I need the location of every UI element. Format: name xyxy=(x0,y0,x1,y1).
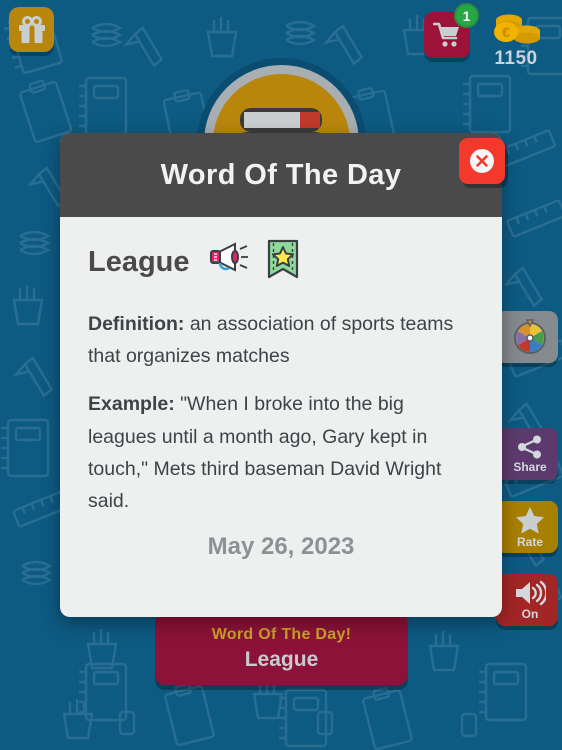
example-label: Example: xyxy=(88,393,175,416)
rate-label: Rate xyxy=(516,534,543,549)
pronounce-button[interactable] xyxy=(206,240,250,285)
modal-date: May 26, 2023 xyxy=(207,533,355,561)
bookmark-button[interactable] xyxy=(266,239,300,286)
cart-badge: 1 xyxy=(454,3,479,28)
word-row: League xyxy=(88,239,474,286)
shopping-cart-icon xyxy=(433,22,459,47)
speaker-on-icon xyxy=(516,580,546,605)
spin-wheel-button[interactable] xyxy=(496,311,558,363)
star-icon xyxy=(516,506,544,533)
share-button[interactable]: Share xyxy=(496,428,558,480)
word-of-the-day-banner[interactable]: Word Of The Day! League xyxy=(155,613,408,685)
gift-button[interactable] xyxy=(9,7,54,52)
share-label: Share xyxy=(513,459,547,474)
banner-title: Word Of The Day! xyxy=(211,626,352,643)
sound-toggle-button[interactable]: On xyxy=(496,574,558,626)
share-icon xyxy=(518,435,541,458)
modal-title: Word Of The Day xyxy=(160,158,402,191)
megaphone-icon xyxy=(209,242,248,272)
example-block: Example: "When I broke into the big leag… xyxy=(88,388,474,517)
gift-icon xyxy=(18,15,45,43)
close-x-icon xyxy=(470,149,494,173)
definition-label: Definition: xyxy=(88,313,185,335)
rate-button[interactable]: Rate xyxy=(496,501,558,553)
coins-group[interactable]: € 1150 xyxy=(481,12,551,70)
sound-label: On xyxy=(521,606,539,621)
svg-text:€: € xyxy=(502,24,510,40)
spin-wheel-icon xyxy=(514,318,546,354)
definition-block: Definition: an association of sports tea… xyxy=(88,308,474,372)
cart-button[interactable]: 1 xyxy=(424,3,479,58)
modal-header: Word Of The Day xyxy=(60,133,505,217)
close-button[interactable] xyxy=(459,138,505,184)
coins-amount: 1150 xyxy=(494,48,538,69)
modal-body: League Definition: an association of spo… xyxy=(60,217,502,561)
banner-word: League xyxy=(244,648,319,671)
word-text: League xyxy=(88,246,190,278)
app-root: 1 € 1150 Share Rate On Word Of The Day! … xyxy=(0,0,562,750)
coins-icon: € xyxy=(494,14,540,44)
word-of-the-day-modal: Word Of The Day League Definition: an as… xyxy=(60,133,505,617)
bookmark-star-icon xyxy=(267,239,298,279)
